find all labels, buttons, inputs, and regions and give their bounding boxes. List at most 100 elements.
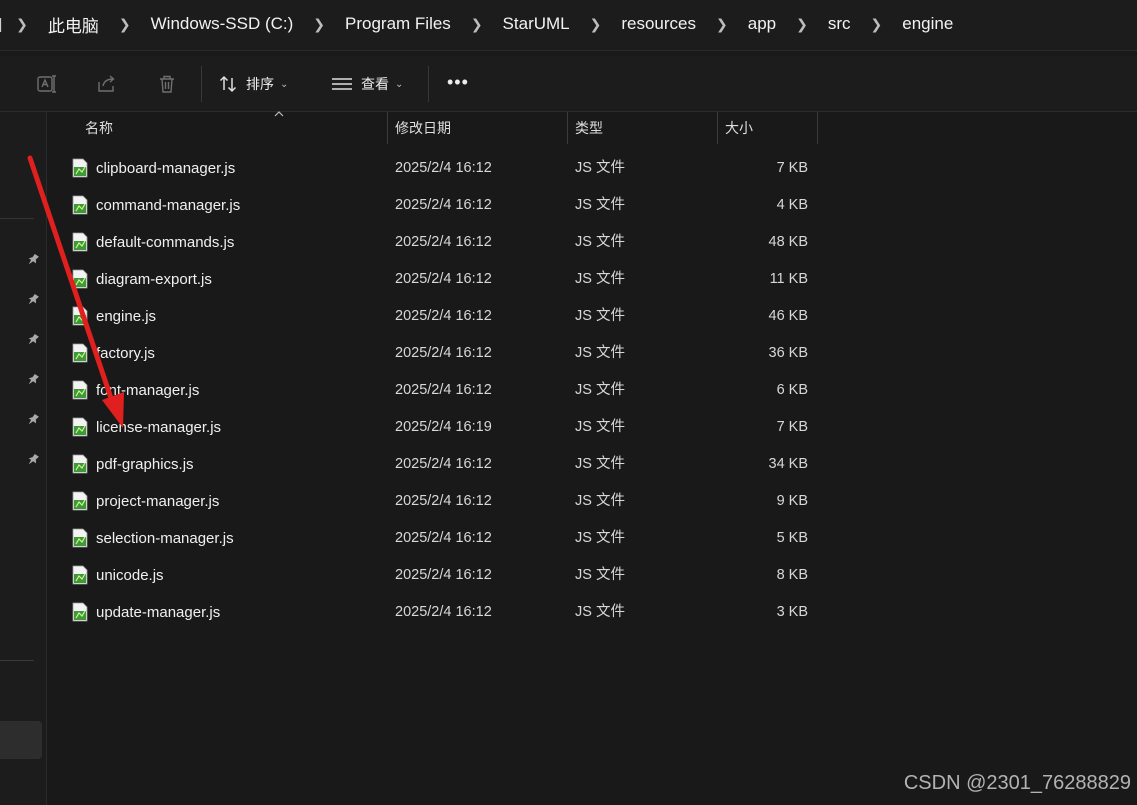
sort-button[interactable]: 排序 ⌄ [218, 68, 288, 100]
file-type: JS 文件 [575, 197, 625, 213]
file-type: JS 文件 [575, 456, 625, 472]
js-file-icon [72, 417, 88, 437]
file-row[interactable]: update-manager.js 2025/2/4 16:12 JS 文件 3… [47, 594, 1137, 631]
file-row[interactable]: engine.js 2025/2/4 16:12 JS 文件 46 KB [47, 298, 1137, 335]
pin-icon[interactable] [26, 253, 40, 267]
more-options-button[interactable]: ••• [447, 72, 473, 94]
nav-divider [0, 660, 34, 661]
column-divider[interactable] [817, 112, 818, 144]
nav-selected-item[interactable] [0, 721, 42, 759]
file-size: 46 KB [768, 308, 809, 324]
pin-icon[interactable] [26, 373, 40, 387]
file-modified: 2025/2/4 16:12 [395, 197, 492, 213]
file-size: 9 KB [776, 493, 808, 509]
chevron-right-icon[interactable]: ❯ [313, 16, 325, 33]
chevron-right-icon[interactable]: ❯ [119, 16, 131, 33]
column-divider[interactable] [717, 112, 718, 144]
file-size: 3 KB [776, 604, 808, 620]
file-row[interactable]: project-manager.js 2025/2/4 16:12 JS 文件 … [47, 483, 1137, 520]
column-header-name[interactable]: 名称 [85, 112, 113, 144]
file-row[interactable]: unicode.js 2025/2/4 16:12 JS 文件 8 KB [47, 557, 1137, 594]
column-divider[interactable] [567, 112, 568, 144]
view-button[interactable]: 查看 ⌄ [331, 68, 403, 100]
file-name: font-manager.js [96, 382, 200, 399]
chevron-right-icon[interactable]: ❯ [16, 16, 28, 33]
file-type: JS 文件 [575, 530, 625, 546]
file-name: factory.js [96, 345, 155, 362]
chevron-right-icon[interactable]: ❯ [716, 16, 728, 33]
file-modified: 2025/2/4 16:12 [395, 567, 492, 583]
file-modified: 2025/2/4 16:12 [395, 493, 492, 509]
file-type: JS 文件 [575, 271, 625, 287]
js-file-icon [72, 343, 88, 363]
command-bar: 排序 ⌄ 查看 ⌄ ••• [0, 56, 1137, 112]
js-file-icon [72, 528, 88, 548]
file-size: 4 KB [776, 197, 808, 213]
sort-icon [219, 75, 237, 93]
view-label: 查看 [361, 76, 389, 92]
breadcrumb-item[interactable]: StarUML [497, 14, 576, 34]
file-modified: 2025/2/4 16:12 [395, 271, 492, 287]
file-row[interactable]: pdf-graphics.js 2025/2/4 16:12 JS 文件 34 … [47, 446, 1137, 483]
column-header-modified[interactable]: 修改日期 [395, 112, 451, 144]
breadcrumb-item[interactable]: Windows-SSD (C:) [145, 14, 300, 34]
chevron-right-icon[interactable]: ❯ [871, 16, 883, 33]
partial-folder-icon: ] [0, 16, 2, 33]
file-type: JS 文件 [575, 234, 625, 250]
breadcrumb: ] ❯ 此电脑 ❯ Windows-SSD (C:) ❯ Program Fil… [0, 0, 959, 48]
file-size: 34 KB [768, 456, 809, 472]
pin-icon[interactable] [26, 413, 40, 427]
breadcrumb-item[interactable]: src [822, 14, 857, 34]
breadcrumb-item[interactable]: 此电脑 [42, 12, 105, 37]
rename-icon[interactable] [36, 73, 58, 95]
watermark: CSDN @2301_76288829 [903, 772, 1131, 794]
chevron-right-icon[interactable]: ❯ [590, 16, 602, 33]
column-divider[interactable] [387, 112, 388, 144]
file-row[interactable]: factory.js 2025/2/4 16:12 JS 文件 36 KB [47, 335, 1137, 372]
breadcrumb-item-current[interactable]: engine [896, 14, 959, 34]
file-name: default-commands.js [96, 234, 235, 251]
file-modified: 2025/2/4 16:12 [395, 382, 492, 398]
file-row[interactable]: font-manager.js 2025/2/4 16:12 JS 文件 6 K… [47, 372, 1137, 409]
breadcrumb-item[interactable]: resources [615, 14, 702, 34]
file-name: update-manager.js [96, 604, 221, 621]
chevron-right-icon[interactable]: ❯ [796, 16, 808, 33]
pin-icon[interactable] [26, 293, 40, 307]
file-size: 6 KB [776, 382, 808, 398]
chevron-right-icon[interactable]: ❯ [471, 16, 483, 33]
pin-icon[interactable] [26, 453, 40, 467]
file-row[interactable]: license-manager.js 2025/2/4 16:19 JS 文件 … [47, 409, 1137, 446]
file-row[interactable]: diagram-export.js 2025/2/4 16:12 JS 文件 1… [47, 261, 1137, 298]
js-file-icon [72, 454, 88, 474]
file-name: clipboard-manager.js [96, 160, 236, 177]
file-size: 5 KB [776, 530, 808, 546]
view-icon [332, 78, 352, 90]
file-row[interactable]: default-commands.js 2025/2/4 16:12 JS 文件… [47, 224, 1137, 261]
column-header-type[interactable]: 类型 [575, 112, 603, 144]
delete-icon[interactable] [156, 73, 178, 95]
share-icon[interactable] [96, 73, 118, 95]
chevron-down-icon: ⌄ [395, 78, 404, 90]
file-size: 36 KB [768, 345, 809, 361]
file-modified: 2025/2/4 16:12 [395, 456, 492, 472]
js-file-icon [72, 306, 88, 326]
file-row[interactable]: clipboard-manager.js 2025/2/4 16:12 JS 文… [47, 150, 1137, 187]
file-modified: 2025/2/4 16:12 [395, 234, 492, 250]
pin-icon[interactable] [26, 333, 40, 347]
address-bar[interactable]: ] ❯ 此电脑 ❯ Windows-SSD (C:) ❯ Program Fil… [0, 0, 1137, 51]
file-size: 7 KB [776, 419, 808, 435]
file-modified: 2025/2/4 16:19 [395, 419, 492, 435]
file-type: JS 文件 [575, 345, 625, 361]
file-modified: 2025/2/4 16:12 [395, 308, 492, 324]
file-type: JS 文件 [575, 308, 625, 324]
file-modified: 2025/2/4 16:12 [395, 345, 492, 361]
breadcrumb-item[interactable]: Program Files [339, 14, 457, 34]
file-row[interactable]: selection-manager.js 2025/2/4 16:12 JS 文… [47, 520, 1137, 557]
nav-divider [0, 218, 34, 219]
breadcrumb-item[interactable]: app [742, 14, 782, 34]
file-row[interactable]: command-manager.js 2025/2/4 16:12 JS 文件 … [47, 187, 1137, 224]
js-file-icon [72, 269, 88, 289]
file-name: unicode.js [96, 567, 164, 584]
column-header-size[interactable]: 大小 [725, 112, 753, 144]
file-type: JS 文件 [575, 419, 625, 435]
